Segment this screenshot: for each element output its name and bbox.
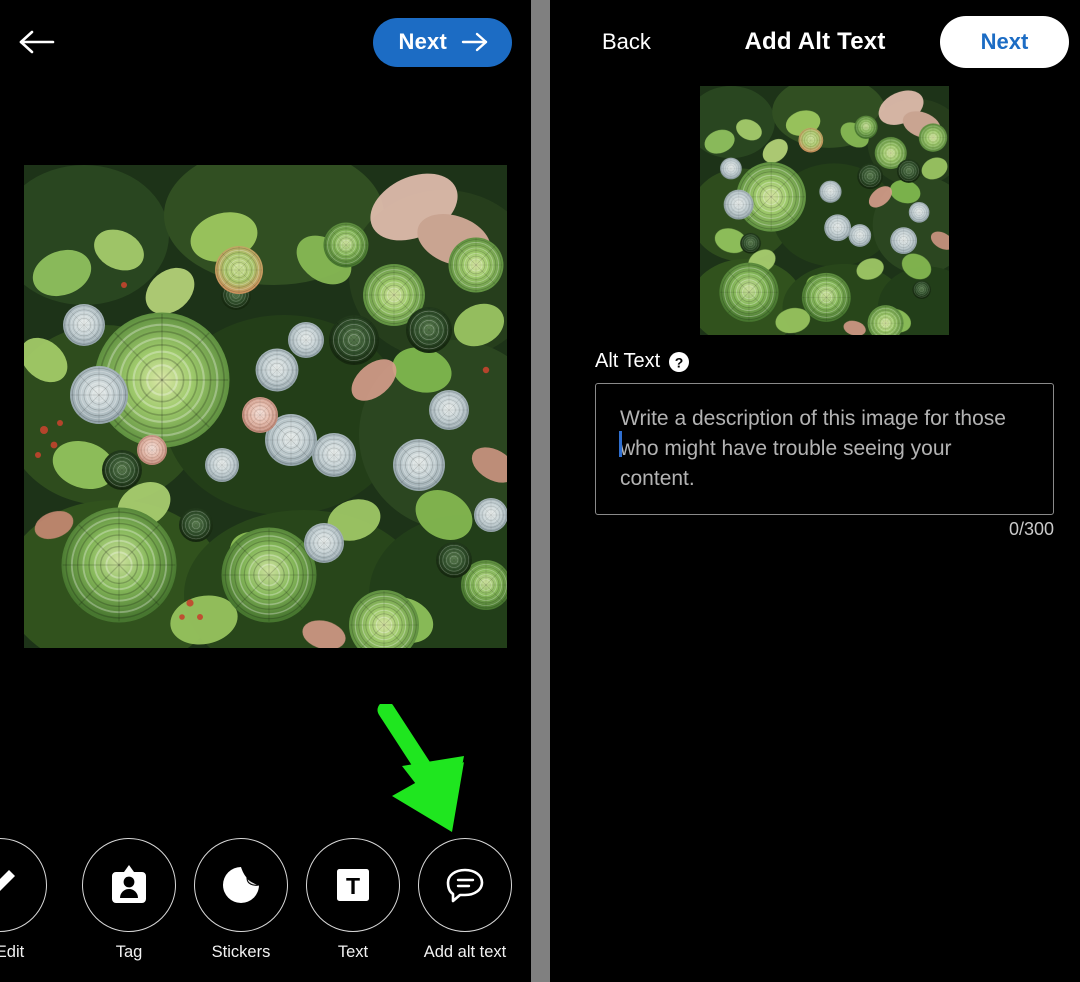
toolbar-label-text: Text xyxy=(337,943,369,961)
alt-text-photo-thumbnail xyxy=(700,86,949,335)
toolbar-item-tag[interactable]: Tag xyxy=(81,838,177,962)
toolbar-item-text[interactable]: T Text xyxy=(305,838,401,962)
text-circle[interactable]: T xyxy=(306,838,400,932)
toolbar-label-tag: Tag xyxy=(115,943,143,961)
right-header: Back Add Alt Text Next xyxy=(550,0,1080,84)
text-t-icon: T xyxy=(337,869,369,901)
back-arrow-button[interactable] xyxy=(14,19,60,65)
text-cursor xyxy=(619,431,622,457)
arrow-left-icon xyxy=(19,30,55,54)
svg-text:T: T xyxy=(346,873,360,899)
add-alt-text-circle[interactable] xyxy=(418,838,512,932)
tag-circle[interactable] xyxy=(82,838,176,932)
stickers-circle[interactable] xyxy=(194,838,288,932)
annotation-arrow xyxy=(377,704,464,832)
succulent-photo-graphic xyxy=(24,165,507,648)
alt-text-label-row: Alt Text ? xyxy=(595,350,690,373)
main-photo[interactable] xyxy=(24,165,507,648)
left-panel-editor: Next Edit Tag Stickers T Text Add alt te… xyxy=(0,0,531,982)
toolbar-item-stickers[interactable]: Stickers xyxy=(193,838,289,962)
toolbar-label-add-alt-text: Add alt text xyxy=(423,943,507,961)
alt-text-label: Alt Text xyxy=(595,350,661,372)
toolbar-item-add-alt-text[interactable]: Add alt text xyxy=(417,838,513,962)
next-button-right-label: Next xyxy=(980,29,1029,54)
next-button-left-label: Next xyxy=(398,29,447,54)
succulent-thumbnail-graphic xyxy=(700,86,949,335)
screenshot-root: Next Edit Tag Stickers T Text Add alt te… xyxy=(0,0,1080,982)
character-counter: 0/300 xyxy=(1008,519,1054,539)
panel-divider xyxy=(531,0,550,982)
sticker-peel-icon xyxy=(223,867,262,903)
edit-circle[interactable] xyxy=(0,838,47,932)
alt-text-input[interactable]: Write a description of this image for th… xyxy=(595,383,1054,515)
right-panel-alt-text: Back Add Alt Text Next Alt Text ? Write … xyxy=(550,0,1080,982)
editor-toolbar: Edit Tag Stickers T Text Add alt text xyxy=(0,838,531,968)
question-mark-circle-icon[interactable]: ? xyxy=(668,351,690,373)
toolbar-label-stickers: Stickers xyxy=(211,943,271,961)
left-header: Next xyxy=(0,0,531,84)
toolbar-label-edit: Edit xyxy=(0,943,25,961)
svg-text:?: ? xyxy=(675,354,684,370)
pencil-icon xyxy=(0,870,15,891)
alt-text-placeholder: Write a description of this image for th… xyxy=(620,407,1006,490)
speech-bubble-icon xyxy=(446,868,484,903)
arrow-right-icon xyxy=(461,32,488,52)
next-button-left[interactable]: Next xyxy=(372,17,512,67)
next-button-right[interactable]: Next xyxy=(940,16,1069,68)
toolbar-item-edit[interactable]: Edit xyxy=(0,838,48,962)
person-badge-icon xyxy=(112,865,146,903)
